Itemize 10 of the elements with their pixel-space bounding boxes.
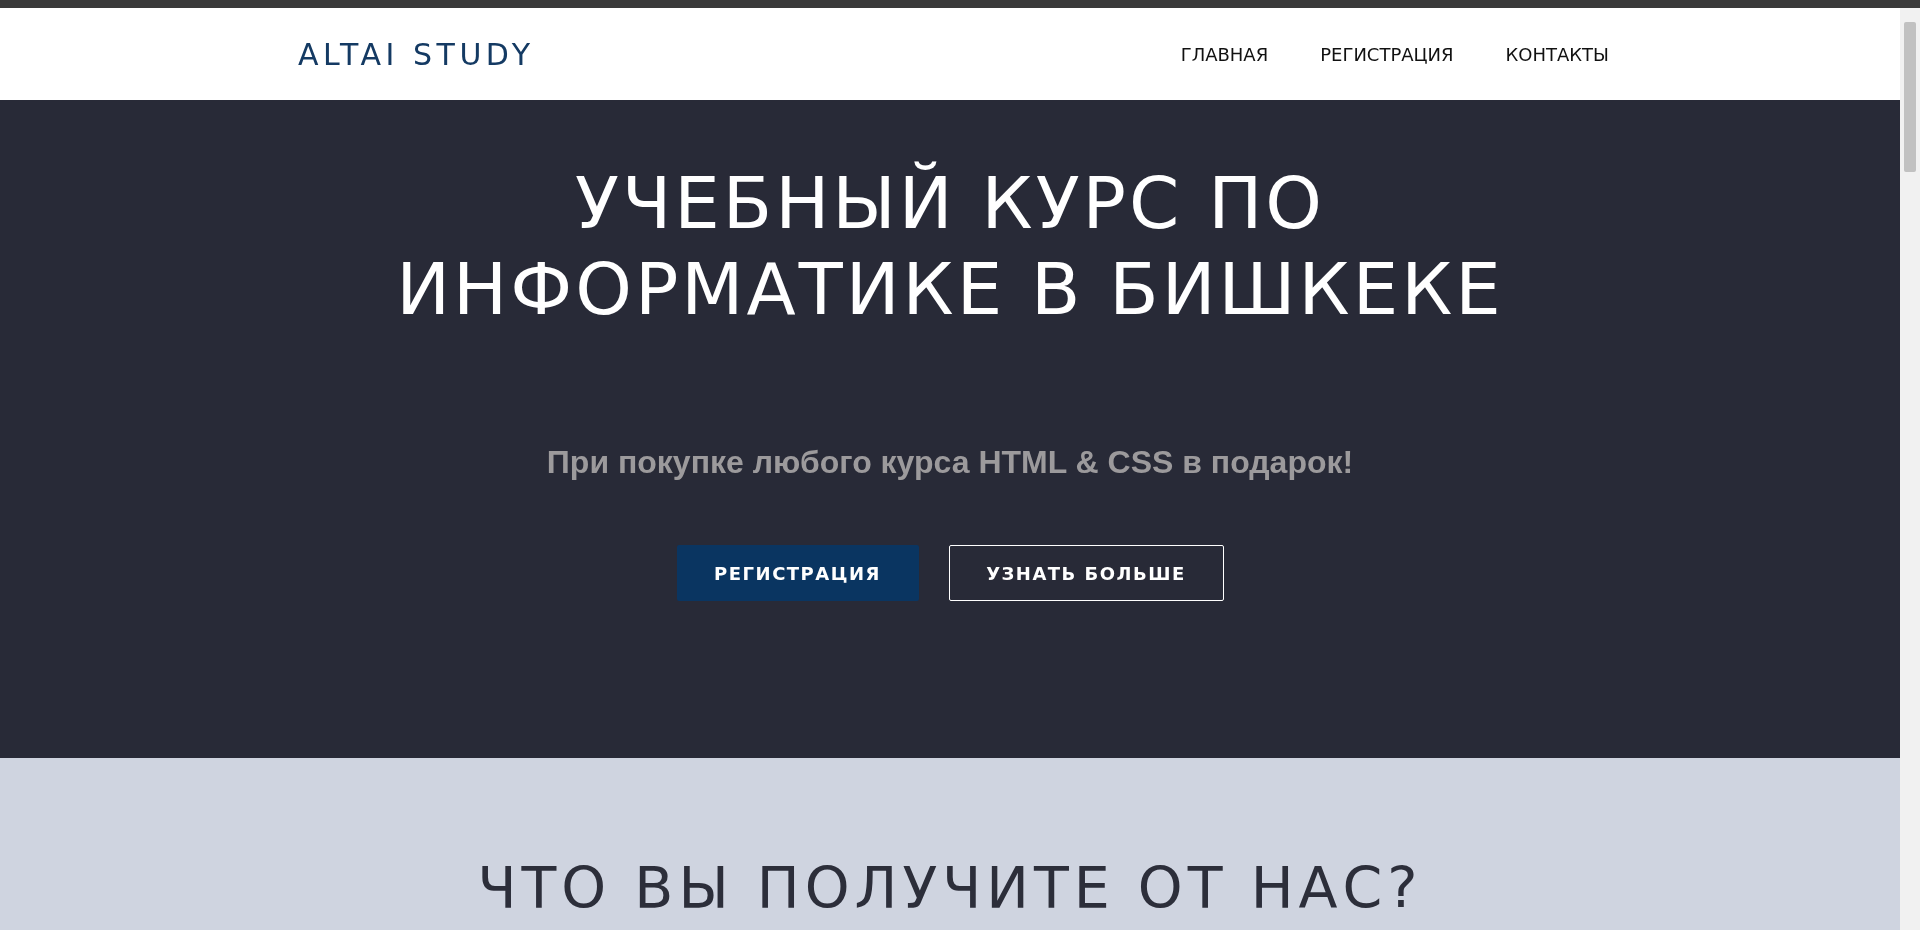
- section-heading: ЧТО ВЫ ПОЛУЧИТЕ ОТ НАС?: [477, 854, 1423, 923]
- hero-subtitle: При покупке любого курса HTML & CSS в подарок!: [546, 444, 1354, 481]
- nav-link[interactable]: ГЛАВНАЯ: [1180, 43, 1269, 65]
- hero-title: УЧЕБНЫЙ КУРС ПО ИНФОРМАТИКЕ В БИШКЕКЕ: [396, 160, 1504, 332]
- register-button[interactable]: РЕГИСТРАЦИЯ: [676, 545, 919, 601]
- scrollbar[interactable]: [1900, 8, 1920, 930]
- site-logo[interactable]: ALTAI STUDY: [298, 36, 535, 72]
- nav-link[interactable]: РЕГИСТРАЦИЯ: [1320, 43, 1454, 65]
- nav-link[interactable]: КОНТАКТЫ: [1505, 43, 1609, 65]
- learn-more-button[interactable]: УЗНАТЬ БОЛЬШЕ: [948, 545, 1224, 601]
